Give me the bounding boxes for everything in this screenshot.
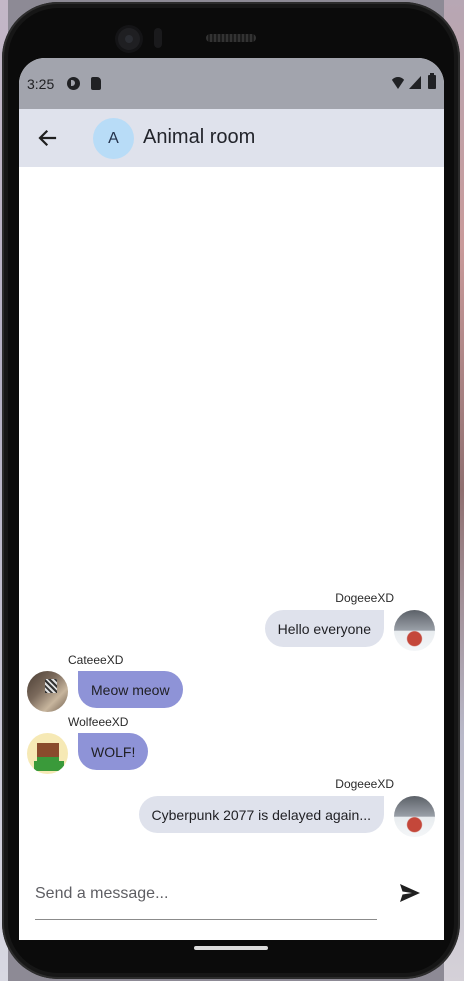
app-bar: A Animal room bbox=[19, 109, 444, 167]
wifi-icon bbox=[390, 77, 406, 89]
dog-avatar[interactable] bbox=[394, 610, 435, 651]
message-list: DogeeeXD Hello everyone CateeeXD Meow me… bbox=[19, 167, 444, 857]
message-bubble[interactable]: Cyberpunk 2077 is delayed again... bbox=[138, 796, 384, 833]
room-avatar[interactable]: A bbox=[93, 118, 134, 159]
proximity-sensor bbox=[154, 28, 162, 48]
sender-name: WolfeeeXD bbox=[68, 715, 129, 729]
send-button[interactable] bbox=[395, 878, 425, 908]
battery-icon bbox=[428, 73, 436, 89]
status-bar: 3:25 bbox=[19, 58, 444, 109]
sender-name: CateeeXD bbox=[68, 653, 124, 667]
status-time: 3:25 bbox=[27, 76, 55, 92]
sender-name: DogeeeXD bbox=[335, 777, 394, 791]
message-bubble[interactable]: Hello everyone bbox=[264, 610, 384, 647]
sender-name: DogeeeXD bbox=[335, 591, 394, 605]
wolf-avatar[interactable] bbox=[27, 733, 68, 774]
message-bubble[interactable]: WOLF! bbox=[78, 733, 149, 770]
message-input[interactable] bbox=[35, 877, 377, 920]
arrow-back-icon bbox=[38, 129, 57, 147]
app-notification-icon bbox=[67, 77, 80, 90]
message-composer bbox=[19, 857, 444, 940]
earpiece-speaker bbox=[206, 34, 256, 42]
send-icon bbox=[400, 884, 420, 902]
dog-avatar[interactable] bbox=[394, 796, 435, 837]
cat-avatar[interactable] bbox=[27, 671, 68, 712]
message-bubble[interactable]: Meow meow bbox=[78, 671, 183, 708]
sd-card-icon bbox=[91, 77, 101, 90]
signal-icon bbox=[409, 76, 421, 89]
back-button[interactable] bbox=[31, 122, 63, 154]
front-camera bbox=[118, 28, 140, 50]
app-screen: 3:25 A Animal room DogeeeXD Hello everyo… bbox=[19, 58, 444, 940]
home-indicator[interactable] bbox=[194, 946, 268, 950]
room-title: Animal room bbox=[143, 126, 256, 148]
